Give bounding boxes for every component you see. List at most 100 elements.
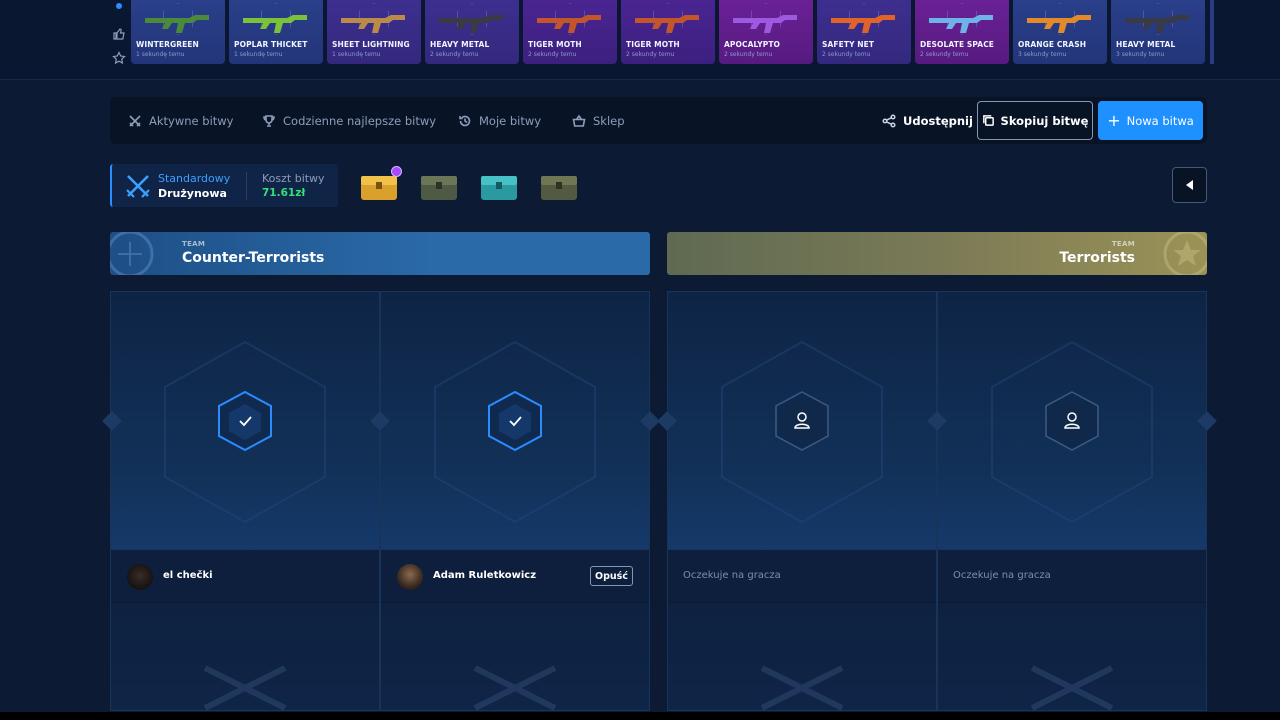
join-slot-hex[interactable]: [1044, 390, 1100, 452]
drop-name: HEAVY METAL: [430, 40, 490, 49]
player-slot-3: Oczekuje na gracza: [667, 291, 937, 711]
history-icon: [459, 115, 471, 126]
divider: [246, 172, 247, 200]
drop-card[interactable]: TIGER MOTH 2 sekundy temu: [523, 0, 617, 64]
rifle-icon: [929, 15, 993, 33]
drop-name: POPLAR THICKET: [234, 40, 308, 49]
case-teal-icon: [481, 176, 517, 200]
battle-mode-label: Standardowy: [158, 172, 231, 185]
rifle-icon: [439, 15, 503, 33]
drop-card[interactable]: POPLAR THICKET 1 sekundę temu: [229, 0, 323, 64]
share-icon: [882, 113, 896, 128]
slot-rewards: [938, 603, 1206, 711]
case-olive-1[interactable]: [418, 166, 460, 204]
copy-battle-button[interactable]: Skopiuj bitwę: [977, 101, 1093, 140]
caret-left-icon: [1186, 180, 1193, 190]
copy-icon: [982, 115, 994, 126]
plus-icon: +: [1107, 110, 1121, 130]
nav-daily-best[interactable]: Codzienne najlepsze bitwy: [262, 97, 436, 144]
battle-cost-value: 71.61zł: [262, 187, 306, 199]
player-info-row: Adam Ruletkowicz Opuść: [381, 549, 649, 602]
ct-slots: el chečki Adam Ruletkowicz Opuść: [110, 291, 650, 711]
drop-name: ORANGE CRASH: [1018, 40, 1087, 49]
drop-name: WINTERGREEN: [136, 40, 199, 49]
star-icon[interactable]: [112, 50, 126, 65]
live-dot-icon[interactable]: [112, 2, 126, 16]
case-olive-2[interactable]: [538, 166, 580, 204]
player-name[interactable]: el chečki: [163, 570, 213, 581]
avatar[interactable]: [397, 564, 423, 590]
collapse-button[interactable]: [1172, 167, 1207, 203]
battle-info-card: Standardowy Drużynowa Koszt bitwy 71.61z…: [110, 164, 338, 207]
drop-time: 3 sekundy temu: [1116, 51, 1165, 58]
user-icon: [1045, 391, 1099, 451]
team-ct-header: TEAM Counter-Terrorists: [110, 232, 650, 275]
check-icon: [488, 390, 542, 452]
new-battle-label: Nowa bitwa: [1126, 113, 1194, 128]
drop-name: TIGER MOTH: [626, 40, 680, 49]
nav-my-battles-label: Moje bitwy: [479, 113, 542, 128]
join-slot-hex[interactable]: [774, 390, 830, 452]
player-info-row: Oczekuje na gracza: [668, 549, 936, 602]
waiting-text: Oczekuje na gracza: [953, 570, 1051, 581]
share-label: Udostępnij: [903, 113, 973, 128]
battle-cases: [358, 166, 580, 206]
ready-hex: [487, 390, 543, 452]
rifle-icon: [145, 15, 209, 33]
copy-battle-label: Skopiuj bitwę: [1000, 113, 1089, 128]
drop-time: 2 sekundy temu: [528, 51, 577, 58]
new-battle-button[interactable]: + Nowa bitwa: [1098, 101, 1203, 140]
team-t-header: TEAM Terrorists: [667, 232, 1207, 275]
drops-edge: [1210, 0, 1214, 64]
drop-card[interactable]: SAFETY NET 2 sekundy temu: [817, 0, 911, 64]
thumbs-up-icon[interactable]: [112, 26, 126, 40]
drop-name: SAFETY NET: [822, 40, 875, 49]
crossed-swords-icon: [126, 175, 150, 198]
waiting-text: Oczekuje na gracza: [683, 570, 781, 581]
ticker-filters: [108, 0, 130, 66]
leave-button[interactable]: Opuść: [590, 566, 633, 586]
check-icon: [218, 390, 272, 452]
slot-stage: [938, 292, 1206, 549]
player-name[interactable]: Adam Ruletkowicz: [433, 570, 536, 581]
case-olive-icon: [541, 176, 577, 200]
case-gold[interactable]: [358, 166, 402, 204]
drop-time: 2 sekundy temu: [430, 51, 479, 58]
drop-name: TIGER MOTH: [528, 40, 582, 49]
swords-deco-icon: [1030, 665, 1114, 711]
nav-active-battles[interactable]: Aktywne bitwy: [128, 97, 233, 144]
drop-time: 2 sekundy temu: [920, 51, 969, 58]
nav-my-battles[interactable]: Moje bitwy: [458, 97, 541, 144]
rifle-icon: [831, 15, 895, 33]
drop-card[interactable]: HEAVY METAL 2 sekundy temu: [425, 0, 519, 64]
drop-card[interactable]: SHEET LIGHTNING 1 sekundę temu: [327, 0, 421, 64]
drop-card[interactable]: TIGER MOTH 2 sekundy temu: [621, 0, 715, 64]
slot-stage: [381, 292, 649, 549]
drop-card[interactable]: HEAVY METAL 3 sekundy temu: [1111, 0, 1205, 64]
case-olive-icon: [421, 176, 457, 200]
drop-card[interactable]: ORANGE CRASH 3 sekundy temu: [1013, 0, 1107, 64]
share-button[interactable]: Udostępnij: [882, 97, 973, 144]
swords-deco-icon: [473, 665, 557, 711]
case-teal[interactable]: [478, 166, 520, 204]
battle-navbar: Aktywne bitwy Codzienne najlepsze bitwy …: [110, 97, 1207, 144]
slot-stage: [668, 292, 936, 549]
nav-daily-best-label: Codzienne najlepsze bitwy: [283, 113, 437, 128]
ready-hex: [217, 390, 273, 452]
drop-time: 1 sekundę temu: [136, 51, 185, 58]
battle-cost-label: Koszt bitwy: [262, 172, 325, 185]
t-slots: Oczekuje na gracza Oczekuje na gracza: [667, 291, 1207, 711]
drop-card[interactable]: DESOLATE SPACE 2 sekundy temu: [915, 0, 1009, 64]
slot-rewards: [111, 603, 379, 711]
nav-shop[interactable]: Sklep: [572, 97, 625, 144]
player-slot-2: Adam Ruletkowicz Opuść: [380, 291, 650, 711]
rifle-icon: [537, 15, 601, 33]
drop-card[interactable]: APOCALYPTO 2 sekundy temu: [719, 0, 813, 64]
swords-icon: [129, 114, 141, 127]
drop-name: SHEET LIGHTNING: [332, 40, 410, 49]
basket-icon: [572, 114, 586, 127]
avatar[interactable]: [127, 564, 153, 590]
user-icon: [775, 391, 829, 451]
drop-card[interactable]: WINTERGREEN 1 sekundę temu: [131, 0, 225, 64]
live-drops-ticker: WINTERGREEN 1 sekundę temu POPLAR THICKET 1…: [0, 0, 1280, 80]
